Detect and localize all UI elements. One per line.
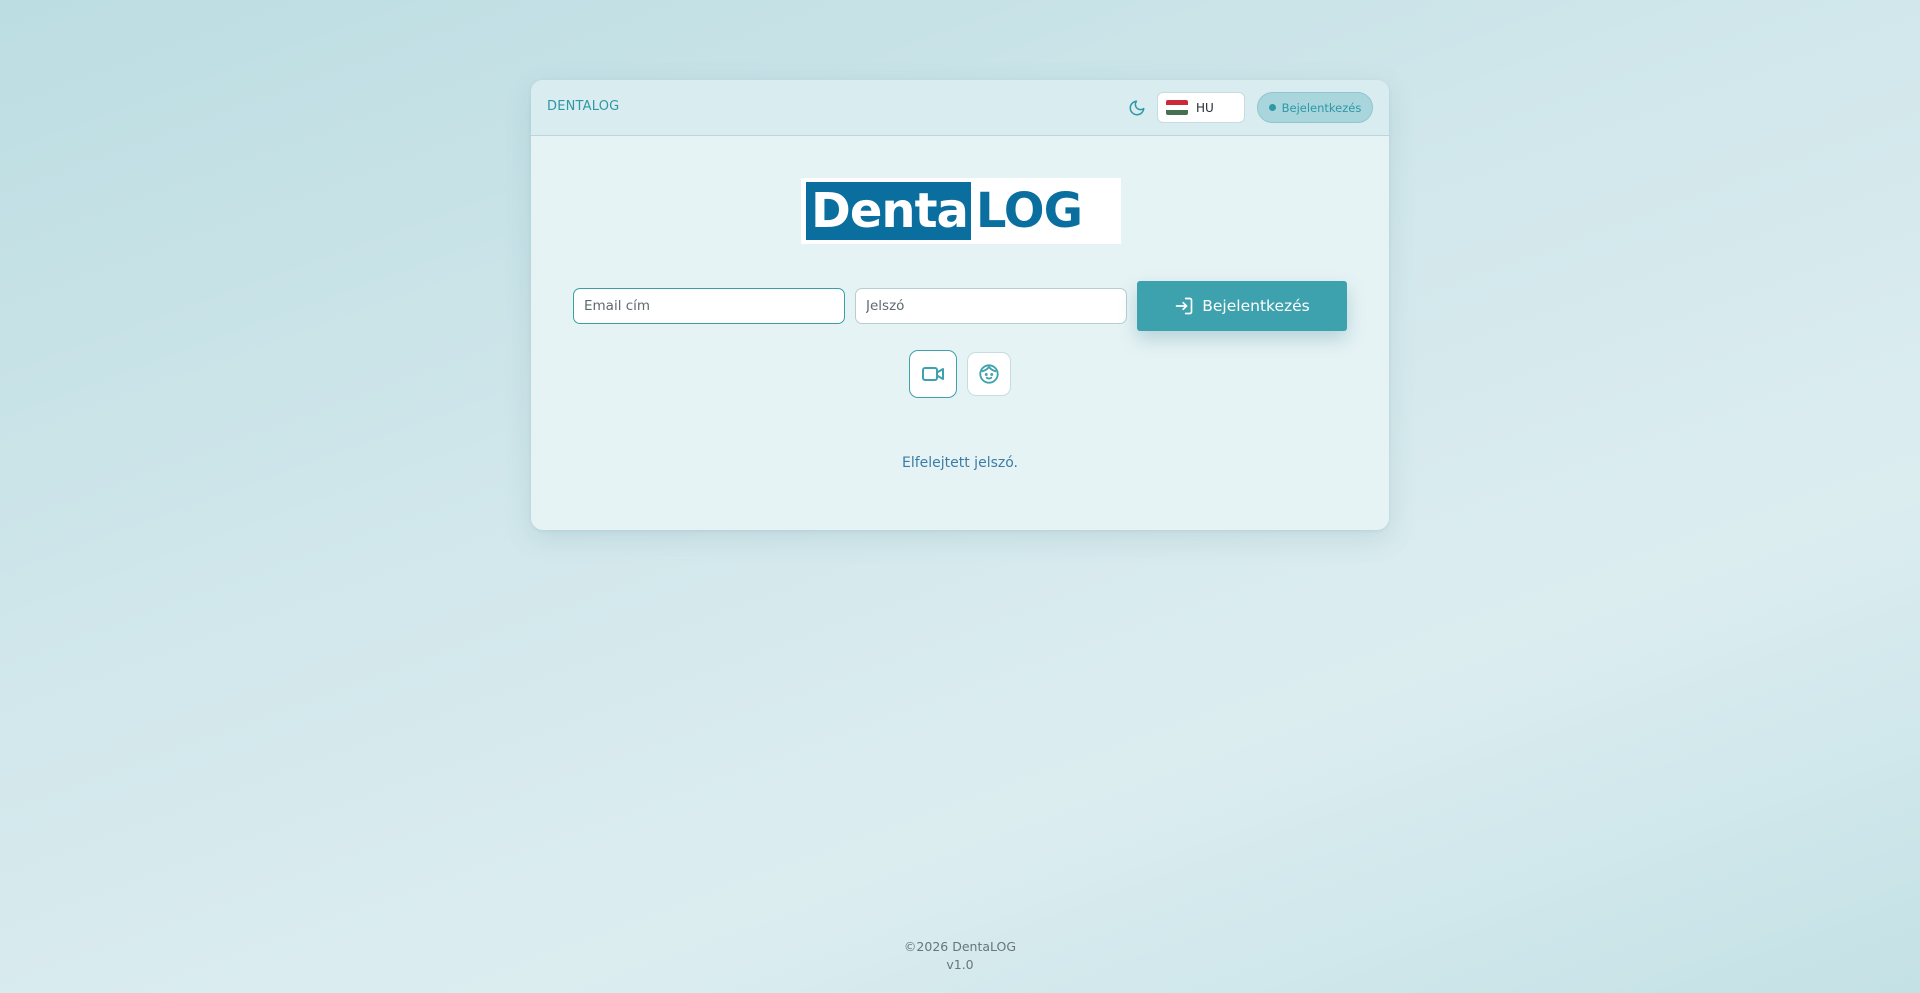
version-text: v1.0 [946, 957, 974, 972]
brand-label: DENTALOG [547, 99, 620, 114]
video-login-button[interactable] [909, 350, 957, 398]
moon-icon [1129, 100, 1145, 116]
forgot-password-link[interactable]: Elfelejtett jelszó. [531, 455, 1389, 471]
face-login-button[interactable] [967, 352, 1011, 396]
status-dot-icon [1268, 104, 1276, 111]
login-card: DENTALOG HU Bejelentkezés Denta LOG Emai… [531, 80, 1389, 530]
login-button-label: Bejelentkezés [1202, 297, 1310, 315]
card-header: DENTALOG HU Bejelentkezés [531, 80, 1389, 136]
login-button[interactable]: Bejelentkezés [1137, 281, 1347, 331]
page-footer: ©2026 DentaLOG v1.0 [0, 938, 1920, 974]
header-login-button[interactable]: Bejelentkezés [1257, 92, 1373, 123]
login-arrow-icon [1175, 297, 1193, 315]
language-label: HU [1196, 100, 1214, 115]
header-login-label: Bejelentkezés [1281, 100, 1362, 115]
language-select[interactable]: HU [1157, 92, 1245, 123]
dentalog-logo: Denta LOG [801, 178, 1121, 244]
email-field[interactable] [573, 288, 845, 324]
hungary-flag-icon [1166, 100, 1188, 115]
copyright-text: ©2026 DentaLOG [903, 939, 1017, 954]
theme-toggle-button[interactable] [1125, 96, 1149, 120]
video-camera-icon [922, 367, 944, 381]
logo-text-denta: Denta [806, 182, 971, 240]
password-field[interactable] [855, 288, 1127, 324]
logo-text-log: LOG [975, 183, 1083, 239]
face-icon [979, 364, 999, 384]
